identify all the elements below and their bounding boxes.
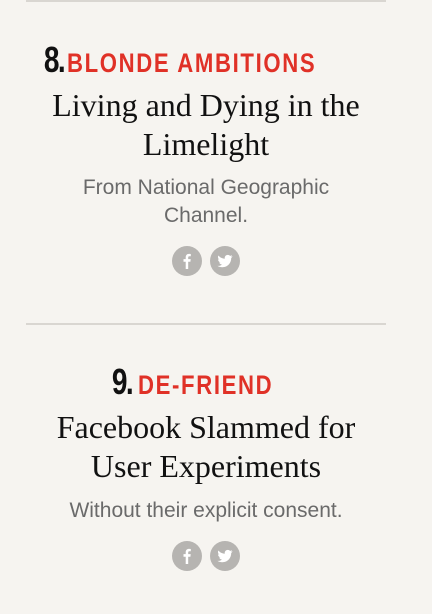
- dek-line: From National Geographic: [82, 176, 330, 199]
- story-rank: 9.: [112, 361, 134, 402]
- facebook-share-button[interactable]: [172, 541, 202, 571]
- share-buttons: [0, 246, 412, 276]
- story-dek: Without their explicit consent.: [0, 497, 412, 525]
- story-kicker: 9. DE-FRIEND: [0, 362, 412, 402]
- story-item: 8. BLONDE AMBITIONS Living and Dying in …: [0, 40, 412, 276]
- story-rank: 8.: [43, 39, 66, 80]
- dek-line: Channel.: [163, 204, 249, 227]
- facebook-share-button[interactable]: [172, 246, 202, 276]
- divider: [26, 0, 386, 2]
- facebook-icon: [183, 548, 191, 564]
- facebook-icon: [183, 253, 191, 269]
- headline-line: Facebook Slammed for: [56, 409, 356, 445]
- twitter-share-button[interactable]: [210, 541, 240, 571]
- story-item: 9. DE-FRIEND Facebook Slammed for User E…: [0, 362, 412, 571]
- story-dek: From National Geographic Channel.: [0, 174, 412, 230]
- headline-line: Living and Dying in the: [52, 87, 360, 123]
- twitter-share-button[interactable]: [210, 246, 240, 276]
- divider: [26, 323, 386, 325]
- story-kicker: 8. BLONDE AMBITIONS: [0, 40, 412, 80]
- dek-line: Without their explicit consent.: [69, 499, 343, 522]
- story-category-link[interactable]: BLONDE AMBITIONS: [67, 43, 316, 83]
- headline-line: User Experiments: [90, 448, 322, 484]
- story-headline-link[interactable]: Living and Dying in the Limelight: [0, 86, 412, 164]
- story-category-link[interactable]: DE-FRIEND: [138, 365, 273, 405]
- twitter-icon: [217, 254, 233, 268]
- story-headline-link[interactable]: Facebook Slammed for User Experiments: [0, 408, 412, 486]
- twitter-icon: [217, 549, 233, 563]
- share-buttons: [0, 541, 412, 571]
- headline-line: Limelight: [142, 126, 270, 162]
